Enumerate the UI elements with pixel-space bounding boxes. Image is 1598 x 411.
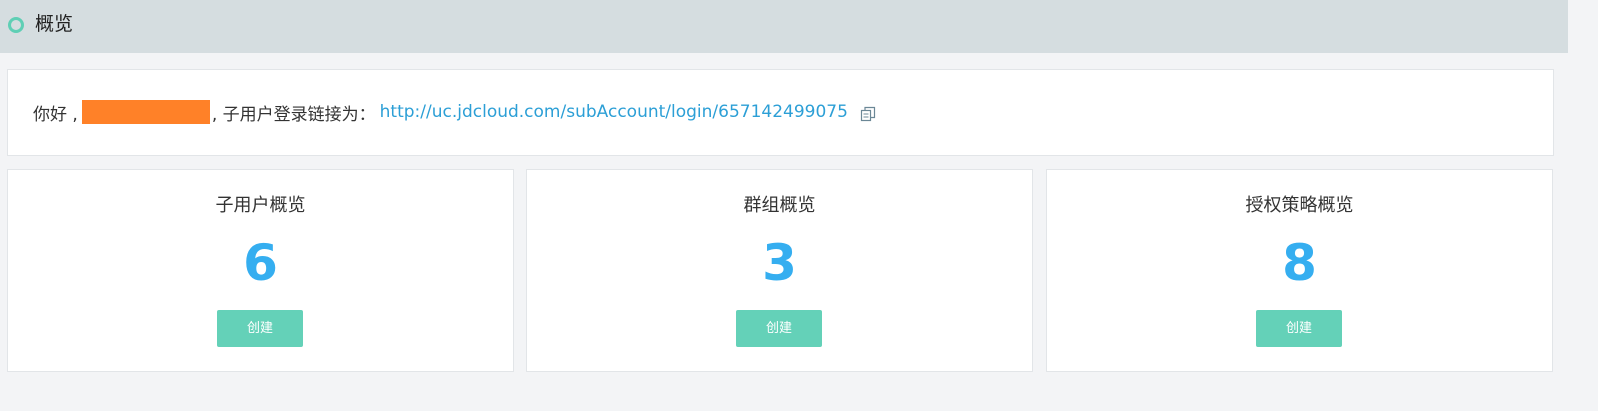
policy-overview-card: 授权策略概览 8 创建 — [1046, 169, 1553, 372]
welcome-panel: 你好 , , 子用户登录链接为： http://uc.jdcloud.com/s… — [7, 69, 1554, 156]
circle-indicator-icon — [8, 17, 24, 33]
login-link-label: , 子用户登录链接为： — [211, 104, 376, 125]
card-title: 授权策略概览 — [1245, 195, 1354, 216]
policy-count: 8 — [1282, 234, 1317, 292]
card-title: 子用户概览 — [215, 195, 306, 216]
redacted-username — [81, 100, 210, 124]
sub-account-login-link[interactable]: http://uc.jdcloud.com/subAccount/login/6… — [380, 102, 848, 122]
greeting-text: 你好 , — [33, 104, 78, 125]
group-overview-card: 群组概览 3 创建 — [526, 169, 1033, 372]
page-title: 概览 — [35, 13, 74, 35]
page-header: 概览 — [0, 0, 1568, 53]
create-group-button[interactable]: 创建 — [736, 310, 822, 347]
create-policy-button[interactable]: 创建 — [1256, 310, 1342, 347]
copy-icon[interactable] — [860, 106, 876, 122]
sub-user-count: 6 — [243, 234, 278, 292]
card-title: 群组概览 — [743, 195, 816, 216]
group-count: 3 — [762, 234, 797, 292]
welcome-line: 你好 , , 子用户登录链接为： http://uc.jdcloud.com/s… — [33, 100, 876, 125]
sub-user-overview-card: 子用户概览 6 创建 — [7, 169, 514, 372]
create-sub-user-button[interactable]: 创建 — [217, 310, 303, 347]
